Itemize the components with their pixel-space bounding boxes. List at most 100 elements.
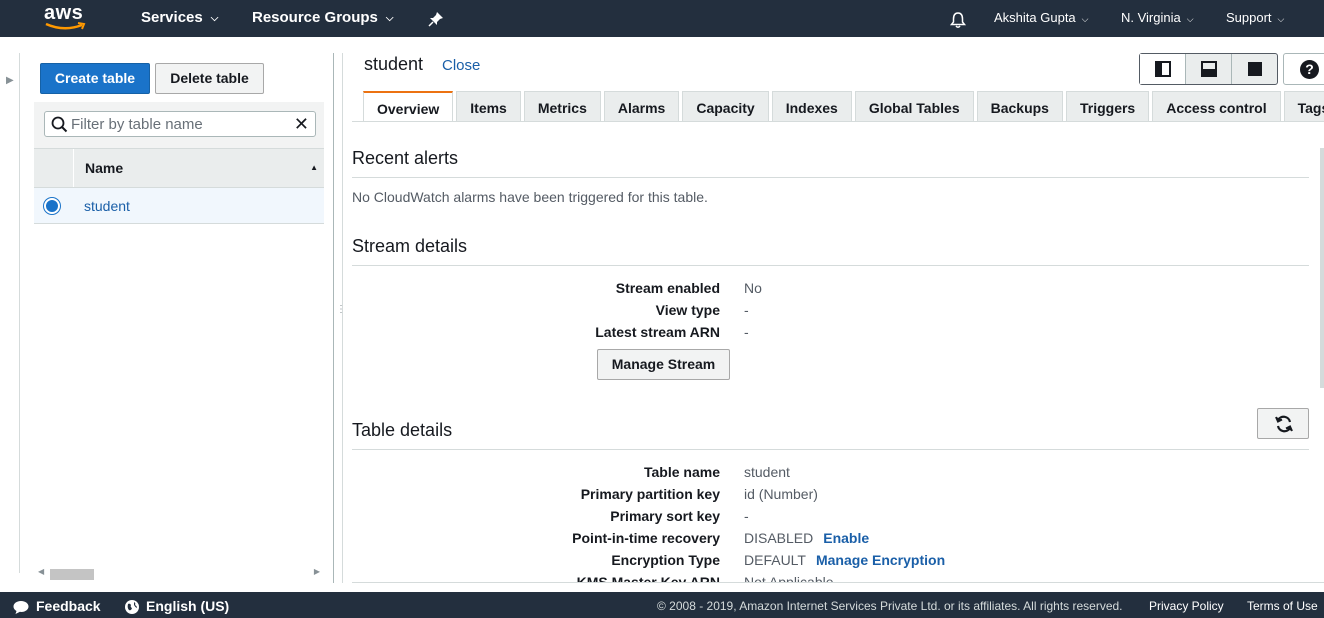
filter-placeholder: Filter by table name	[71, 116, 203, 133]
latest-stream-arn-label: Latest stream ARN	[595, 324, 720, 340]
pitr-value: DISABLED	[744, 530, 814, 546]
filter-table-input[interactable]: Filter by table name ✕	[44, 111, 316, 137]
privacy-policy-link[interactable]: Privacy Policy	[1149, 592, 1224, 618]
support-menu[interactable]: Support ⌵	[1226, 0, 1284, 37]
aws-smile-icon	[45, 22, 86, 30]
scroll-right-icon[interactable]: ▶	[314, 567, 320, 576]
tab-divider	[352, 121, 1324, 122]
recent-alerts-message: No CloudWatch alarms have been triggered…	[352, 189, 708, 205]
kms-key-value: Not Applicable	[744, 574, 834, 582]
delete-table-button[interactable]: Delete table	[155, 63, 264, 94]
tab-backups[interactable]: Backups	[976, 91, 1063, 121]
content-bottom-border	[352, 582, 1324, 583]
sort-ascending-icon[interactable]: ▲	[310, 163, 318, 172]
terms-of-use-link[interactable]: Terms of Use	[1247, 592, 1318, 618]
full-view-icon	[1248, 62, 1262, 76]
section-divider	[352, 265, 1309, 266]
chevron-down-icon: ⌵	[1277, 14, 1285, 24]
tab-items[interactable]: Items	[456, 91, 521, 121]
refresh-icon	[1275, 415, 1293, 433]
row-select-radio[interactable]	[44, 198, 60, 214]
overview-content: Recent alerts No CloudWatch alarms have …	[352, 130, 1324, 582]
tab-alarms[interactable]: Alarms	[603, 91, 680, 121]
language-selector[interactable]: English (US)	[124, 592, 229, 618]
enable-pitr-link[interactable]: Enable	[823, 530, 869, 546]
table-name-link[interactable]: student	[84, 198, 130, 214]
resource-groups-menu[interactable]: Resource Groups ⌵	[252, 0, 393, 37]
speech-bubble-icon	[13, 601, 29, 615]
tab-metrics[interactable]: Metrics	[523, 91, 601, 121]
scroll-left-icon[interactable]: ◀	[38, 567, 44, 576]
tab-global-tables[interactable]: Global Tables	[854, 91, 974, 121]
sort-key-value: -	[744, 508, 749, 524]
table-name-label: Table name	[644, 464, 720, 480]
bell-icon[interactable]	[949, 1, 967, 38]
services-menu[interactable]: Services ⌵	[141, 0, 218, 37]
recent-alerts-heading: Recent alerts	[352, 148, 459, 168]
stream-enabled-value: No	[744, 280, 762, 296]
section-divider	[352, 449, 1309, 450]
split-vertical-view-button[interactable]	[1140, 54, 1186, 84]
copyright-text: © 2008 - 2019, Amazon Internet Services …	[657, 599, 1123, 613]
view-type-value: -	[744, 302, 749, 318]
tab-access-control[interactable]: Access control	[1152, 91, 1281, 121]
tab-capacity[interactable]: Capacity	[682, 91, 769, 121]
table-row[interactable]: student	[34, 188, 324, 224]
top-navigation-bar: aws Services ⌵ Resource Groups ⌵ Akshita G…	[0, 0, 1324, 37]
table-list-header: Name ▲	[34, 148, 324, 188]
horizontal-scrollbar[interactable]: ◀ ▶	[34, 566, 324, 582]
user-name: Akshita Gupta	[994, 10, 1076, 25]
sort-key-label: Primary sort key	[610, 508, 720, 524]
tab-overview[interactable]: Overview	[363, 91, 454, 122]
chevron-down-icon: ⌵	[1081, 14, 1089, 24]
name-column-header[interactable]: Name	[85, 160, 123, 176]
kms-key-label: KMS Master Key ARN	[576, 574, 720, 582]
aws-logo[interactable]: aws	[44, 2, 88, 32]
panel-resize-handle[interactable]: ⋮	[333, 53, 346, 583]
encryption-type-value: DEFAULT	[744, 552, 806, 568]
tab-tags[interactable]: Tags	[1283, 91, 1324, 121]
region-menu[interactable]: N. Virginia ⌵	[1121, 0, 1194, 37]
globe-icon	[125, 600, 139, 615]
create-table-button[interactable]: Create table	[40, 63, 150, 94]
chevron-down-icon: ⌵	[1186, 14, 1194, 24]
chevron-down-icon: ⌵	[210, 12, 219, 24]
partition-key-label: Primary partition key	[580, 486, 720, 502]
pitr-value-group: DISABLED Enable	[744, 530, 869, 546]
detail-tabs: Overview Items Metrics Alarms Capacity I…	[363, 91, 1324, 122]
pitr-label: Point-in-time recovery	[572, 530, 720, 546]
split-horizontal-view-button[interactable]	[1186, 54, 1232, 84]
resource-groups-label: Resource Groups	[252, 9, 378, 26]
vertical-scrollbar[interactable]	[1320, 148, 1324, 388]
split-horizontal-icon	[1201, 61, 1217, 77]
clear-filter-icon[interactable]: ✕	[294, 115, 309, 133]
stream-details-heading: Stream details	[352, 236, 468, 256]
feedback-link[interactable]: Feedback	[12, 592, 101, 618]
services-label: Services	[141, 9, 203, 26]
footer-bar: Feedback English (US) © 2008 - 2019, Ama…	[0, 592, 1324, 618]
view-type-label: View type	[655, 302, 720, 318]
full-view-button[interactable]	[1232, 54, 1277, 84]
stream-enabled-label: Stream enabled	[615, 280, 720, 296]
partition-key-value: id (Number)	[744, 486, 818, 502]
user-menu[interactable]: Akshita Gupta ⌵	[994, 0, 1088, 37]
table-name-value: student	[744, 464, 790, 480]
manage-stream-button[interactable]: Manage Stream	[597, 349, 730, 380]
support-label: Support	[1226, 10, 1272, 25]
help-button[interactable]: ?	[1283, 53, 1324, 85]
refresh-button[interactable]	[1257, 408, 1309, 439]
help-icon: ?	[1300, 60, 1319, 79]
feedback-label: Feedback	[36, 598, 101, 614]
drag-grip-icon: ⋮	[336, 304, 346, 315]
side-nav-toggle[interactable]: ▶	[0, 53, 20, 573]
manage-encryption-link[interactable]: Manage Encryption	[816, 552, 945, 568]
pin-icon[interactable]	[428, 1, 444, 38]
section-divider	[352, 177, 1309, 178]
table-details-heading: Table details	[352, 420, 453, 440]
scrollbar-thumb[interactable]	[50, 569, 94, 580]
tab-triggers[interactable]: Triggers	[1065, 91, 1150, 121]
close-link[interactable]: Close	[442, 57, 480, 74]
encryption-type-label: Encryption Type	[611, 552, 720, 568]
table-title: student	[364, 54, 424, 74]
tab-indexes[interactable]: Indexes	[771, 91, 852, 121]
